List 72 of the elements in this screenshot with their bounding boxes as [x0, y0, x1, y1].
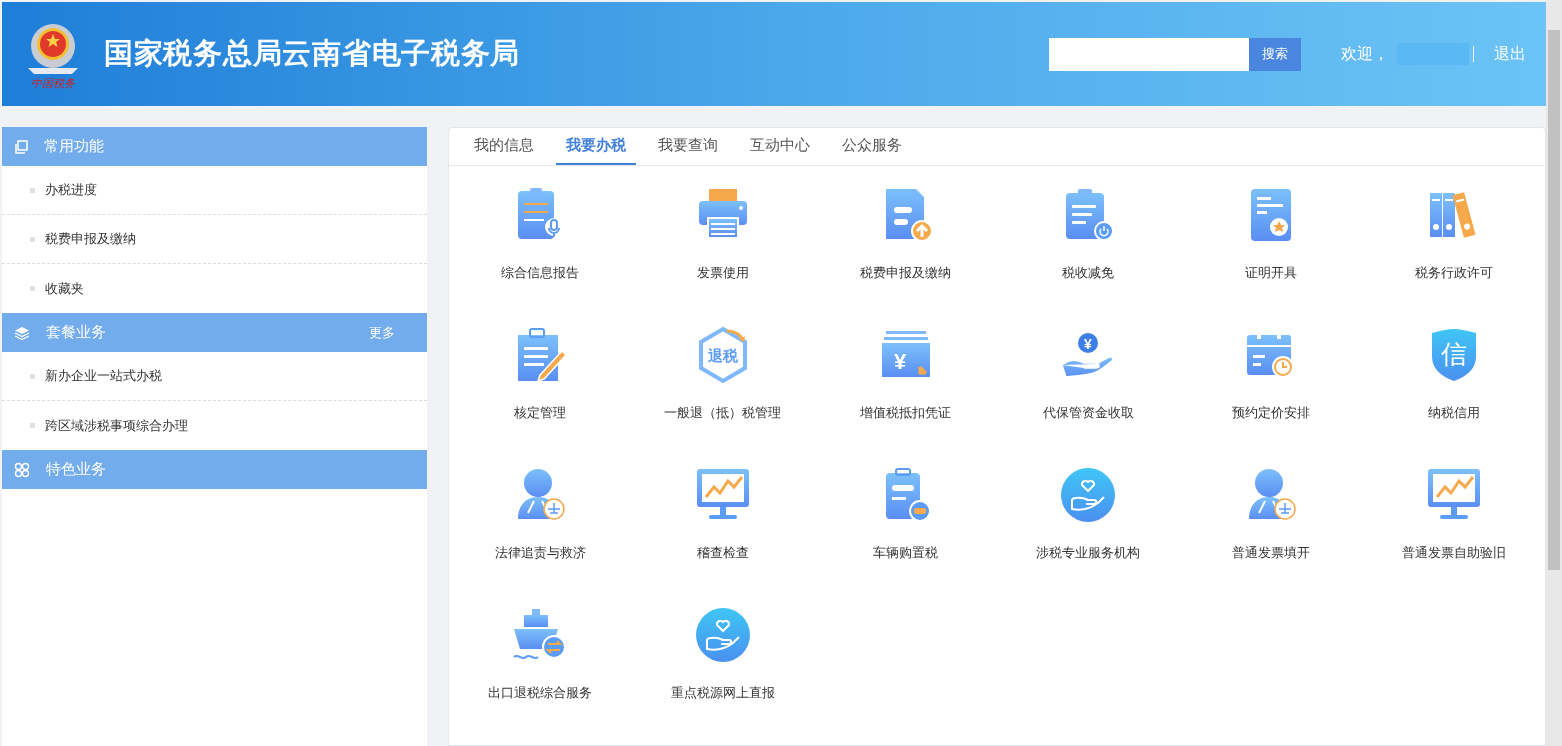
- service-label: 纳税信用: [1427, 404, 1480, 422]
- service-tile[interactable]: 证明开具: [1179, 185, 1363, 325]
- service-label: 一般退（抵）税管理: [664, 404, 782, 422]
- service-tile[interactable]: 退税 一般退（抵）税管理: [631, 325, 815, 465]
- service-label: 车辆购置税: [873, 544, 939, 562]
- tab[interactable]: 我的信息: [464, 128, 544, 165]
- service-label: 法律追责与救济: [494, 544, 586, 562]
- service-tile[interactable]: 税收减免: [997, 185, 1180, 325]
- service-label: 普通发票自助验旧: [1401, 544, 1506, 562]
- item-label: 办税进度: [45, 181, 97, 200]
- service-tile[interactable]: 税费申报及缴纳: [814, 185, 997, 325]
- bullet-icon: [30, 373, 35, 379]
- service-tile[interactable]: 车辆购置税: [814, 465, 997, 605]
- service-label: 稽查检查: [697, 544, 749, 562]
- copy-icon: [14, 139, 28, 154]
- sidebar-item[interactable]: 收藏夹: [2, 264, 427, 313]
- heart-hand-icon: [693, 605, 753, 665]
- service-tile[interactable]: 核定管理: [449, 325, 632, 465]
- tab[interactable]: 互动中心: [740, 128, 820, 165]
- service-label: 税收减免: [1062, 264, 1115, 282]
- service-tile[interactable]: 普通发票填开: [1179, 465, 1363, 605]
- sidebar-item[interactable]: 跨区域涉税事项综合办理: [2, 401, 427, 450]
- sidebar-item[interactable]: 办税进度: [2, 166, 427, 215]
- bullet-icon: [30, 423, 35, 428]
- service-label: 增值税抵扣凭证: [860, 404, 952, 422]
- logo-caption: 中国税务: [31, 77, 75, 89]
- service-tile[interactable]: 涉税专业服务机构: [997, 465, 1180, 605]
- search-field[interactable]: [1049, 37, 1249, 71]
- service-label: 涉税专业服务机构: [1036, 544, 1141, 562]
- service-tile[interactable]: 重点税源网上直报: [631, 605, 815, 745]
- service-label: 重点税源网上直报: [671, 684, 775, 702]
- service-tile[interactable]: 税务行政许可: [1362, 185, 1545, 325]
- service-label: 预约定价安排: [1232, 404, 1310, 422]
- section-title: 常用功能: [44, 136, 104, 157]
- tab[interactable]: 我要办税: [556, 128, 636, 165]
- service-tile[interactable]: 信 纳税信用: [1362, 325, 1545, 465]
- service-tile[interactable]: 法律追责与救济: [449, 465, 632, 605]
- section-title: 特色业务: [46, 459, 106, 480]
- service-tile[interactable]: ¥ 增值税抵扣凭证: [814, 325, 997, 465]
- tab[interactable]: 我要查询: [648, 128, 728, 165]
- service-tile[interactable]: ¥ 代保管资金收取: [997, 325, 1180, 465]
- site-title: 国家税务总局云南省电子税务局: [104, 36, 521, 72]
- service-tile[interactable]: 发票使用: [631, 185, 815, 325]
- service-tile[interactable]: 预约定价安排: [1179, 325, 1363, 465]
- item-label: 跨区域涉税事项综合办理: [45, 416, 188, 435]
- service-label: 普通发票填开: [1232, 544, 1310, 562]
- item-label: 税费申报及缴纳: [45, 230, 136, 249]
- service-label: 发票使用: [697, 264, 749, 282]
- item-label: 收藏夹: [45, 279, 84, 298]
- service-tile[interactable]: 综合信息报告: [449, 185, 632, 325]
- search-button[interactable]: 搜索: [1249, 37, 1301, 71]
- service-tile[interactable]: 稽查检查: [631, 465, 815, 605]
- service-label: 证明开具: [1245, 264, 1297, 282]
- sidebar-item[interactable]: 税费申报及缴纳: [2, 215, 427, 264]
- service-label: 综合信息报告: [501, 264, 580, 282]
- tab[interactable]: 公众服务: [832, 128, 912, 165]
- bullet-icon: [30, 286, 35, 291]
- bullet-icon: [30, 187, 35, 193]
- service-tile[interactable]: 普通发票自助验旧: [1362, 465, 1545, 605]
- section-title: 套餐业务: [46, 322, 106, 343]
- welcome-text: 欢迎，: [1341, 44, 1389, 64]
- service-label: 出口退税综合服务: [488, 684, 593, 702]
- service-label: 核定管理: [514, 404, 567, 422]
- service-label: 代保管资金收取: [1042, 404, 1134, 422]
- service-tile[interactable]: 出口退税综合服务: [449, 605, 632, 745]
- bullet-icon: [30, 236, 35, 242]
- clover-icon: [14, 461, 30, 478]
- sidebar-item[interactable]: 新办企业一站式办税: [2, 352, 427, 401]
- service-label: 税费申报及缴纳: [860, 264, 952, 282]
- service-label: 税务行政许可: [1414, 264, 1493, 282]
- layers-icon: [14, 325, 30, 340]
- item-label: 新办企业一站式办税: [45, 367, 162, 386]
